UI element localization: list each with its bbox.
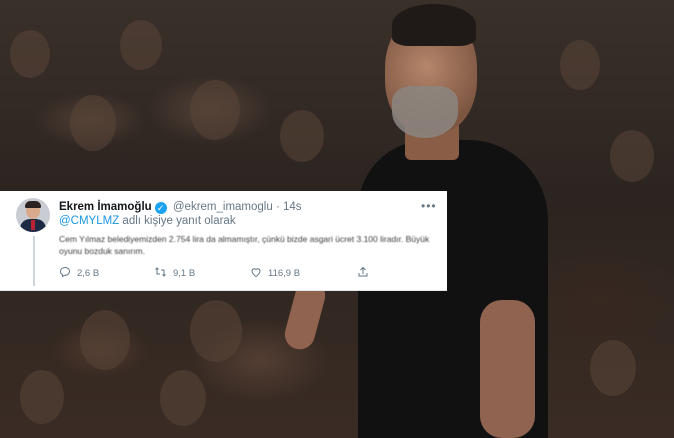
share-button[interactable] xyxy=(357,266,375,281)
reply-icon xyxy=(59,266,71,278)
audience-member xyxy=(10,30,50,78)
profile-avatar[interactable] xyxy=(16,198,50,232)
avatar-tie xyxy=(31,220,35,230)
audience-member xyxy=(190,300,242,362)
author-name[interactable]: Ekrem İmamoğlu xyxy=(59,201,152,213)
audience-member xyxy=(70,95,116,151)
reply-context-text: adlı kişiye yanıt olarak xyxy=(119,215,236,227)
author-handle[interactable]: @ekrem_imamoglu xyxy=(173,201,273,213)
audience-member xyxy=(610,130,654,182)
performer-beard xyxy=(392,86,458,138)
share-icon xyxy=(358,266,368,277)
more-icon[interactable]: ••• xyxy=(421,199,437,213)
performer-hair xyxy=(392,4,476,46)
separator-dot: · xyxy=(275,201,280,213)
audience-member xyxy=(590,340,636,396)
audience-member xyxy=(80,310,130,370)
audience-member xyxy=(120,20,162,70)
reply-count: 2,6 B xyxy=(77,268,100,279)
like-button[interactable]: 116,9 B xyxy=(250,266,300,281)
like-count: 116,9 B xyxy=(268,268,301,279)
retweet-icon xyxy=(155,267,166,277)
tweet-actions: 2,6 B 9,1 B 116,9 B xyxy=(59,266,429,280)
reply-button[interactable]: 2,6 B xyxy=(59,266,99,281)
reply-mention-link[interactable]: @CMYLMZ xyxy=(59,215,119,227)
tweet-body: Cem Yılmaz belediyemizden 2.754 lira da … xyxy=(59,234,430,256)
retweet-count: 9,1 B xyxy=(173,268,196,279)
thread-line xyxy=(33,236,35,286)
audience-member xyxy=(280,110,324,162)
reply-context: @CMYLMZ adlı kişiye yanıt olarak xyxy=(59,214,236,228)
avatar-hair xyxy=(25,201,41,208)
performer-arm xyxy=(480,300,535,438)
audience-member xyxy=(20,370,64,424)
audience-member xyxy=(190,80,240,140)
tweet-timestamp[interactable]: 14s xyxy=(283,201,302,213)
verified-badge-icon: ✓ xyxy=(154,202,167,214)
audience-member xyxy=(160,370,206,426)
tweet-header: Ekrem İmamoğlu ✓ @ekrem_imamoglu · 14s xyxy=(59,200,302,214)
retweet-button[interactable]: 9,1 B xyxy=(154,266,195,281)
audience-member xyxy=(560,40,600,90)
like-icon xyxy=(251,268,261,278)
